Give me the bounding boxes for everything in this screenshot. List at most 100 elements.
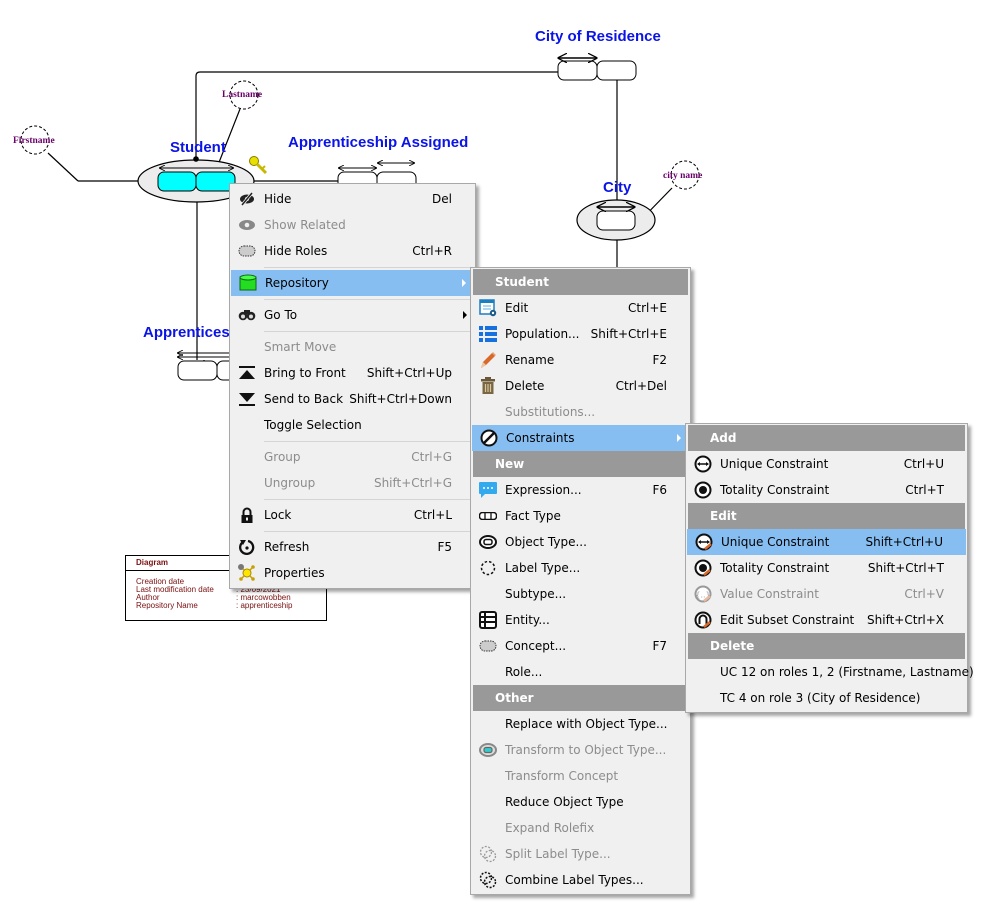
- section-header-student: Student: [473, 269, 688, 295]
- menu-item-properties[interactable]: Properties: [230, 560, 475, 586]
- menu-item-group[interactable]: Group Ctrl+G: [230, 444, 475, 470]
- totality-constraint-icon: [686, 477, 720, 503]
- menu-item-go-to[interactable]: Go To: [230, 302, 475, 328]
- menu-item-substitutions[interactable]: Substitutions...: [471, 399, 690, 425]
- menu-item-hide-roles[interactable]: Hide Roles Ctrl+R: [230, 238, 475, 264]
- section-header-add: Add: [688, 425, 965, 451]
- submenu-arrow-icon: [677, 434, 681, 442]
- menu-item-rename[interactable]: Rename F2: [471, 347, 690, 373]
- unique-constraint-icon: [686, 451, 720, 477]
- menu-item-population[interactable]: Population... Shift+Ctrl+E: [471, 321, 690, 347]
- menu-item-send-to-back[interactable]: Send to Back Shift+Ctrl+Down: [230, 386, 475, 412]
- menu-item-role[interactable]: Role...: [471, 659, 690, 685]
- fact-type-icon: [471, 503, 505, 529]
- menu-item-repository[interactable]: Repository: [231, 270, 474, 296]
- fact-type-city-of-residence[interactable]: [558, 58, 637, 81]
- menu-separator: [264, 331, 474, 332]
- menu-item-transform-concept[interactable]: Transform Concept: [471, 763, 690, 789]
- menu-item-smart-move[interactable]: Smart Move: [230, 334, 475, 360]
- label-firstname: Firstname: [13, 136, 55, 146]
- hide-icon: [230, 186, 264, 212]
- trash-icon: [471, 373, 505, 399]
- dotted-rounded-rect-icon: [230, 238, 264, 264]
- menu-item-edit-subset-constraint[interactable]: Edit Subset Constraint Shift+Ctrl+X: [686, 607, 967, 633]
- section-header-other: Other: [473, 685, 688, 711]
- properties-icon: [230, 560, 264, 586]
- object-type-icon: [471, 529, 505, 555]
- menu-item-edit-totality-constraint[interactable]: Totality Constraint Shift+Ctrl+T: [686, 555, 967, 581]
- label-student: Student: [170, 139, 226, 156]
- menu-item-replace-with-object-type[interactable]: Replace with Object Type...: [471, 711, 690, 737]
- section-header-delete: Delete: [688, 633, 965, 659]
- context-menu: Hide Del Show Related Hide Roles Ctrl+R Re…: [229, 183, 476, 589]
- menu-separator: [264, 299, 474, 300]
- menu-item-add-totality-constraint[interactable]: Totality Constraint Ctrl+T: [686, 477, 967, 503]
- info-row: Repository Name: apprenticeship: [136, 601, 293, 610]
- binoculars-icon: [230, 302, 264, 328]
- table-icon: [471, 607, 505, 633]
- lock-icon: [230, 502, 264, 528]
- menu-item-label-type[interactable]: Label Type...: [471, 555, 690, 581]
- menu-item-lock[interactable]: Lock Ctrl+L: [230, 502, 475, 528]
- menu-separator: [264, 441, 474, 442]
- menu-item-value-constraint[interactable]: {..} Value Constraint Ctrl+V: [686, 581, 967, 607]
- menu-item-toggle-selection[interactable]: Toggle Selection: [230, 412, 475, 438]
- menu-item-edit[interactable]: Edit Ctrl+E: [471, 295, 690, 321]
- list-icon: [471, 321, 505, 347]
- menu-item-bring-to-front[interactable]: Bring to Front Shift+Ctrl+Up: [230, 360, 475, 386]
- label-apprentices: Apprentices: [143, 324, 230, 341]
- menu-item-show-related[interactable]: Show Related: [230, 212, 475, 238]
- menu-item-combine-label-types[interactable]: Combine Label Types...: [471, 867, 690, 893]
- menu-item-concept[interactable]: Concept... F7: [471, 633, 690, 659]
- menu-item-hide[interactable]: Hide Del: [230, 186, 475, 212]
- concept-icon: [471, 633, 505, 659]
- eye-icon: [230, 212, 264, 238]
- label-apprenticeship-assigned: Apprenticeship Assigned: [288, 134, 469, 151]
- label-city-of-residence: City of Residence: [535, 28, 661, 45]
- menu-item-refresh[interactable]: Refresh F5: [230, 534, 475, 560]
- submenu-arrow-icon: [463, 311, 467, 319]
- menu-item-add-unique-constraint[interactable]: Unique Constraint Ctrl+U: [686, 451, 967, 477]
- refresh-icon: [230, 534, 264, 560]
- menu-item-reduce-object-type[interactable]: Reduce Object Type: [471, 789, 690, 815]
- section-header-edit: Edit: [688, 503, 965, 529]
- menu-separator: [264, 267, 474, 268]
- key-icon: [249, 156, 268, 175]
- label-city-name: city name: [663, 171, 703, 181]
- menu-item-ungroup[interactable]: Ungroup Shift+Ctrl+G: [230, 470, 475, 496]
- combine-label-icon: [471, 867, 505, 893]
- edit-totality-constraint-icon: [686, 555, 720, 581]
- database-icon: [231, 270, 265, 296]
- menu-item-constraints[interactable]: Constraints: [472, 425, 689, 451]
- constraints-submenu: Add Unique Constraint Ctrl+U Totality Con…: [685, 423, 974, 713]
- menu-item-delete-tc-4[interactable]: TC 4 on role 3 (City of Residence): [686, 685, 967, 711]
- edit-unique-constraint-icon: [687, 529, 721, 555]
- send-to-back-icon: [230, 386, 264, 412]
- label-city: City: [603, 179, 632, 196]
- menu-separator: [264, 531, 474, 532]
- entity-city[interactable]: [576, 199, 656, 241]
- repository-submenu: Student Edit Ctrl+E Population... Shift+Ct…: [470, 267, 691, 895]
- menu-item-delete[interactable]: Delete Ctrl+Del: [471, 373, 690, 399]
- label-type-icon: [471, 555, 505, 581]
- pencil-icon: [471, 347, 505, 373]
- menu-item-expand-rolefix[interactable]: Expand Rolefix: [471, 815, 690, 841]
- menu-item-delete-uc-12[interactable]: UC 12 on roles 1, 2 (Firstname, Lastname…: [686, 659, 974, 685]
- menu-item-edit-unique-constraint[interactable]: Unique Constraint Shift+Ctrl+U: [687, 529, 966, 555]
- menu-item-split-label-type[interactable]: Split Label Type...: [471, 841, 690, 867]
- edit-form-icon: [471, 295, 505, 321]
- speech-bubble-icon: [471, 477, 505, 503]
- constraint-icon: [472, 425, 506, 451]
- subset-constraint-icon: [686, 607, 720, 633]
- menu-item-transform-to-object-type[interactable]: Transform to Object Type...: [471, 737, 690, 763]
- submenu-arrow-icon: [462, 279, 466, 287]
- split-label-icon: [471, 841, 505, 867]
- menu-item-expression[interactable]: Expression... F6: [471, 477, 690, 503]
- section-header-new: New: [473, 451, 688, 477]
- menu-item-object-type[interactable]: Object Type...: [471, 529, 690, 555]
- menu-item-subtype[interactable]: Subtype...: [471, 581, 690, 607]
- transform-object-icon: [471, 737, 505, 763]
- menu-item-fact-type[interactable]: Fact Type: [471, 503, 690, 529]
- menu-item-entity[interactable]: Entity...: [471, 607, 690, 633]
- bring-to-front-icon: [230, 360, 264, 386]
